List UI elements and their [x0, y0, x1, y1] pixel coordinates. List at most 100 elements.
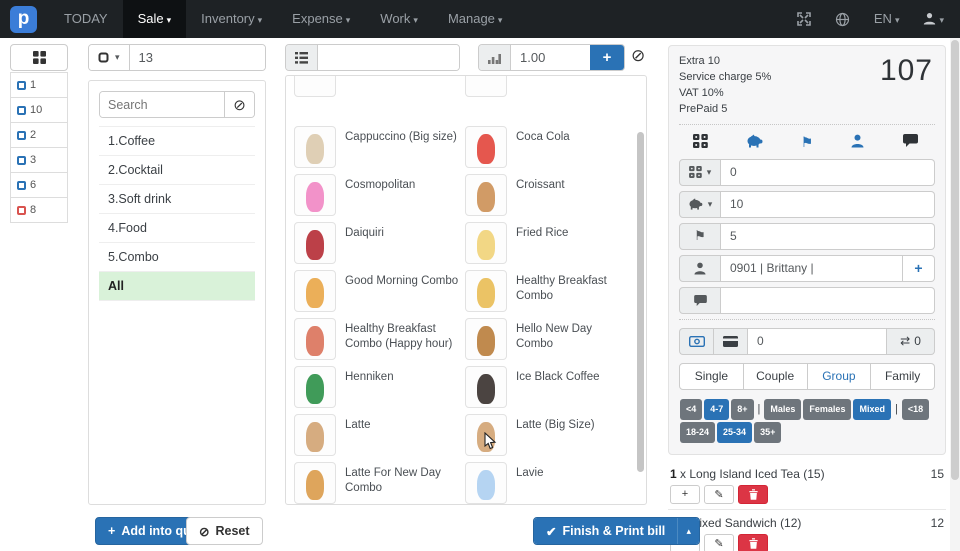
tag-8-[interactable]: 8+ [731, 398, 754, 420]
tag--18[interactable]: <18 [901, 398, 930, 420]
product-tile[interactable]: Lavie [465, 459, 632, 504]
group-type-single[interactable]: Single [679, 362, 744, 390]
discount-field-input[interactable] [721, 190, 935, 218]
piggy-bank-icon[interactable] [746, 134, 764, 151]
tag-mixed[interactable]: Mixed [853, 398, 891, 420]
group-type-group[interactable]: Group [807, 362, 872, 390]
chevron-up-icon[interactable]: ▴ [677, 518, 700, 544]
nav-item-work[interactable]: Work ▾ [365, 0, 433, 38]
order-item-name: 1 x Mixed Sandwich (12) [670, 515, 802, 530]
category-item-3-soft-drink[interactable]: 3.Soft drink [99, 185, 255, 214]
table-item-10[interactable]: 10 [11, 98, 67, 123]
tag-25-34[interactable]: 25-34 [717, 421, 753, 443]
search-input[interactable] [100, 92, 224, 117]
product-photo-placeholder [306, 134, 324, 164]
product-grid-scrollbar[interactable] [637, 80, 644, 500]
product-tile[interactable]: Good Morning Combo [294, 267, 461, 315]
product-tile[interactable]: Cosmopolitan [294, 171, 461, 219]
table-item-3[interactable]: 3 [11, 148, 67, 173]
reset-button[interactable]: ⊘ Reset [186, 517, 263, 545]
grid-dots-icon[interactable] [693, 133, 711, 151]
product-tile[interactable]: Coca Cola [465, 123, 632, 171]
comment-icon[interactable] [679, 286, 721, 314]
tag-females[interactable]: Females [803, 398, 852, 420]
table-item-2[interactable]: 2 [11, 123, 67, 148]
product-image [294, 126, 336, 168]
page-scrollbar[interactable] [950, 38, 960, 551]
app-logo[interactable]: p [10, 5, 37, 33]
nav-item-sale[interactable]: Sale ▾ [122, 0, 187, 38]
edit-item-button[interactable]: ✎ [704, 533, 734, 551]
nav-item-expense[interactable]: Expense ▾ [277, 0, 365, 38]
tag-18-24[interactable]: 18-24 [680, 421, 716, 443]
category-item-2-cocktail[interactable]: 2.Cocktail [99, 156, 255, 185]
category-item-4-food[interactable]: 4.Food [99, 214, 255, 243]
person-icon[interactable] [851, 134, 869, 151]
tag--4[interactable]: <4 [680, 398, 703, 420]
delete-item-button[interactable] [738, 533, 768, 551]
grid-dots-icon[interactable]: ▾ [679, 158, 721, 186]
language-menu[interactable]: EN ▾ [862, 0, 912, 39]
plus-icon: + [108, 524, 116, 538]
tag-35-[interactable]: 35+ [754, 421, 782, 443]
queue-input[interactable] [318, 45, 459, 70]
finish-print-bill-button[interactable]: ✔ Finish & Print bill ▴ [533, 517, 701, 545]
product-tile[interactable]: Fried Rice [465, 219, 632, 267]
category-item-1-coffee[interactable]: 1.Coffee [99, 127, 255, 156]
flag-icon[interactable]: ⚑ [798, 134, 816, 151]
comment-icon[interactable] [903, 133, 921, 151]
clear-amount-button[interactable]: ⊘ [631, 46, 645, 66]
table-item-1[interactable]: 1 [11, 73, 67, 98]
user-menu[interactable]: ▾ [911, 0, 960, 39]
tag-males[interactable]: Males [764, 398, 802, 420]
customer-field-input[interactable] [721, 254, 903, 282]
exchange-button[interactable]: ⇄ 0 [887, 327, 935, 355]
product-tile[interactable]: Ice Black Coffee [465, 363, 632, 411]
table-item-8[interactable]: 8 [11, 198, 67, 223]
amount-input[interactable] [511, 45, 590, 70]
nav-item-inventory[interactable]: Inventory ▾ [186, 0, 277, 38]
delete-item-button[interactable] [738, 484, 768, 504]
nav-item-manage[interactable]: Manage ▾ [433, 0, 518, 38]
flag-icon[interactable]: ⚑ [679, 222, 721, 250]
product-tile[interactable]: Latte [294, 411, 461, 459]
table-number-input[interactable] [129, 45, 265, 70]
flag-field-input[interactable] [721, 222, 935, 250]
add-amount-button[interactable]: + [590, 45, 624, 70]
product-tile[interactable]: Latte (Big Size) [465, 411, 632, 459]
table-item-6[interactable]: 6 [11, 173, 67, 198]
product-tile[interactable]: Henniken [294, 363, 461, 411]
product-tile[interactable]: Healthy Breakfast Combo [465, 267, 632, 315]
group-type-family[interactable]: Family [871, 362, 935, 390]
piggy-bank-icon[interactable]: ▾ [679, 190, 721, 218]
cash-icon[interactable] [679, 327, 713, 355]
product-tile[interactable]: Cappuccino (Big size) [294, 123, 461, 171]
tag-4-7[interactable]: 4-7 [704, 398, 730, 420]
category-item-all[interactable]: All [99, 272, 255, 301]
summary-line: VAT 10% [679, 86, 724, 99]
payment-amount-input[interactable] [747, 327, 887, 355]
credit-card-icon[interactable] [713, 327, 747, 355]
product-tile[interactable]: Latte For New Day Combo [294, 459, 461, 504]
increase-qty-button[interactable]: + [670, 484, 700, 504]
person-icon[interactable] [679, 254, 721, 282]
add-customer-button[interactable]: + [903, 254, 935, 282]
chevron-down-icon: ▾ [894, 14, 900, 25]
group-type-couple[interactable]: Couple [743, 362, 808, 390]
table-select-dropdown[interactable]: ▾ [89, 45, 130, 70]
product-tile[interactable]: Healthy Breakfast Combo (Happy hour) [294, 315, 461, 363]
product-tile[interactable]: Hello New Day Combo [465, 315, 632, 363]
product-tile[interactable]: Daiquiri [294, 219, 461, 267]
clear-search-button[interactable]: ⊘ [224, 92, 254, 117]
covers-field-input[interactable] [721, 158, 935, 186]
grid-view-button[interactable] [10, 44, 68, 71]
edit-item-button[interactable]: ✎ [704, 484, 734, 504]
product-tile[interactable]: Croissant [465, 171, 632, 219]
globe-icon[interactable] [823, 12, 862, 27]
category-item-5-combo[interactable]: 5.Combo [99, 243, 255, 272]
product-image [465, 366, 507, 408]
note-field-input[interactable] [721, 286, 935, 314]
group-type-row: Single Couple Group Family [679, 362, 935, 390]
fullscreen-icon[interactable] [785, 12, 823, 26]
nav-item-today[interactable]: TODAY [49, 0, 123, 38]
